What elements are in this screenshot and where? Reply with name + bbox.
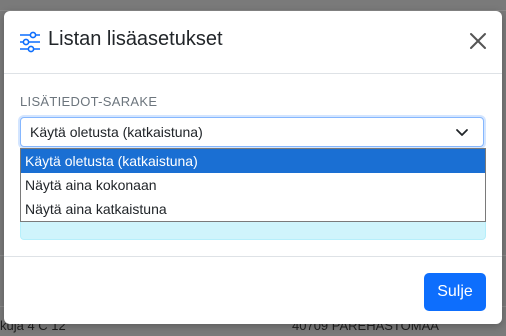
chevron-down-icon bbox=[456, 129, 468, 136]
dialog-title: Listan lisäasetukset bbox=[48, 28, 223, 50]
sliders-icon bbox=[20, 31, 40, 53]
select-option[interactable]: Käytä oletusta (katkaistuna) bbox=[21, 149, 485, 173]
select-options-list: Käytä oletusta (katkaistuna) Näytä aina … bbox=[20, 148, 486, 222]
close-button[interactable]: Sulje bbox=[424, 273, 486, 311]
close-icon[interactable] bbox=[466, 29, 490, 53]
extra-info-column-label: LISÄTIEDOT-SARAKE bbox=[20, 94, 158, 109]
list-settings-dialog: Listan lisäasetukset LISÄTIEDOT-SARAKE K… bbox=[4, 11, 502, 324]
dialog-header: Listan lisäasetukset bbox=[4, 11, 502, 74]
select-option[interactable]: Näytä aina katkaistuna bbox=[21, 197, 485, 221]
select-option[interactable]: Näytä aina kokonaan bbox=[21, 173, 485, 197]
select-current-value: Käytä oletusta (katkaistuna) bbox=[30, 124, 203, 140]
footer-divider bbox=[4, 256, 502, 257]
extra-info-column-select[interactable]: Käytä oletusta (katkaistuna) bbox=[20, 117, 484, 147]
